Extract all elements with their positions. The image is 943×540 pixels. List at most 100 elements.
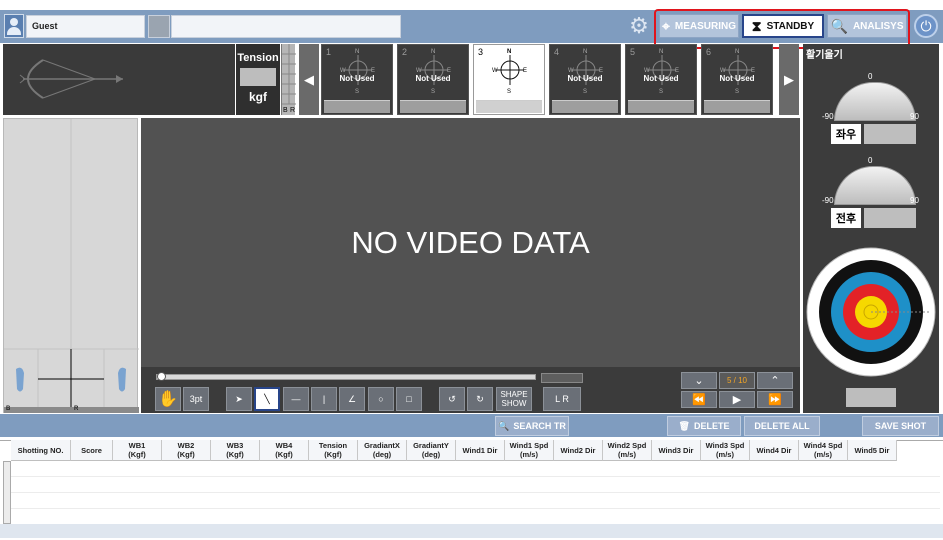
delete-button[interactable]: 🗑 DELETE bbox=[667, 416, 741, 436]
settings-gear-icon[interactable]: ⚙ bbox=[628, 14, 650, 38]
svg-text:S: S bbox=[583, 89, 587, 95]
camera-prev-button[interactable]: ◀ bbox=[299, 44, 319, 115]
user-name-field[interactable]: Guest bbox=[26, 15, 145, 38]
save-shot-button[interactable]: SAVE SHOT bbox=[862, 416, 939, 436]
delete-all-button[interactable]: DELETE ALL bbox=[744, 416, 820, 436]
play-icon: ▶ bbox=[732, 394, 742, 406]
column-header[interactable]: WB3 (Kgf) bbox=[211, 440, 260, 461]
column-header[interactable]: Wind5 Dir bbox=[848, 440, 897, 461]
rotate-right-button[interactable]: ↻ bbox=[467, 387, 493, 411]
camera-tile-6[interactable]: 6 NSWE Not Used bbox=[701, 44, 773, 115]
svg-text:N: N bbox=[583, 49, 587, 55]
collapse-up-button[interactable]: ⌃ bbox=[757, 372, 793, 389]
speed-select[interactable] bbox=[541, 373, 583, 383]
left-right-label: 좌우 bbox=[831, 124, 861, 144]
column-header[interactable]: Wind4 Spd (m/s) bbox=[799, 440, 848, 461]
power-icon[interactable]: ⏻ bbox=[914, 14, 938, 38]
collapse-down-button[interactable]: ⌄ bbox=[681, 372, 717, 389]
save-shot-label: SAVE SHOT bbox=[874, 421, 927, 431]
column-header[interactable]: Wind3 Spd (m/s) bbox=[701, 440, 750, 461]
square-icon: □ bbox=[406, 393, 412, 404]
diagonal-line-icon: ╲ bbox=[264, 393, 270, 404]
column-header[interactable]: Wind2 Dir bbox=[554, 440, 603, 461]
column-header[interactable]: Score bbox=[71, 440, 113, 461]
rewind-button[interactable]: ⏪ bbox=[681, 391, 717, 408]
page-indicator: 5 / 10 bbox=[719, 372, 755, 389]
column-header[interactable]: GradiantY (deg) bbox=[407, 440, 456, 461]
rotate-left-button[interactable]: ↺ bbox=[439, 387, 465, 411]
column-header[interactable]: GradiantX (deg) bbox=[358, 440, 407, 461]
archery-target bbox=[806, 247, 936, 377]
column-header[interactable]: Tension (Kgf) bbox=[309, 440, 358, 461]
table-row bbox=[11, 492, 940, 493]
column-header[interactable]: Wind4 Dir bbox=[750, 440, 799, 461]
left-right-swap-button[interactable]: L R bbox=[543, 387, 581, 411]
gauge1-zero: 0 bbox=[868, 72, 873, 81]
column-header[interactable]: Wind3 Dir bbox=[652, 440, 701, 461]
camera-strip bbox=[476, 100, 542, 113]
column-header[interactable]: Shotting NO. bbox=[11, 440, 71, 461]
angle-tool-button[interactable]: ∠ bbox=[339, 387, 365, 411]
video-seek-bar[interactable] bbox=[156, 374, 536, 380]
table-horizontal-scrollbar[interactable] bbox=[0, 524, 943, 538]
compass-icon: NSWE bbox=[720, 47, 756, 97]
circle-tool-button[interactable]: ○ bbox=[368, 387, 394, 411]
column-header[interactable]: Wind1 Dir bbox=[456, 440, 505, 461]
tension-box: Tension kgf bbox=[236, 44, 280, 115]
camera-tile-1[interactable]: 1 NSWE Not Used bbox=[321, 44, 393, 115]
circle-icon: ○ bbox=[378, 393, 384, 404]
camera-status: Not Used bbox=[643, 74, 679, 83]
camera-number: 5 bbox=[630, 47, 636, 57]
front-back-label: 전후 bbox=[831, 208, 861, 228]
camera-number: 3 bbox=[478, 47, 484, 57]
column-header[interactable]: Wind2 Spd (m/s) bbox=[603, 440, 652, 461]
camera-strip bbox=[628, 100, 694, 113]
3pt-tool-button[interactable]: 3pt bbox=[183, 387, 209, 411]
shape-show-button[interactable]: SHAPE SHOW bbox=[496, 387, 532, 411]
delete-label: DELETE bbox=[693, 421, 730, 431]
column-header[interactable]: WB1 (Kgf) bbox=[113, 440, 162, 461]
video-area[interactable]: NO VIDEO DATA bbox=[141, 118, 800, 367]
search-tr-button[interactable]: 🔍 SEARCH TR bbox=[495, 416, 569, 436]
line-tool-button[interactable]: ╲ bbox=[254, 387, 280, 411]
svg-text:S: S bbox=[507, 89, 511, 95]
vertical-line-button[interactable]: | bbox=[311, 387, 337, 411]
column-header[interactable]: WB4 (Kgf) bbox=[260, 440, 309, 461]
tension-label: Tension bbox=[237, 52, 279, 64]
column-header[interactable]: Wind1 Spd (m/s) bbox=[505, 440, 554, 461]
horizontal-line-button[interactable]: — bbox=[283, 387, 309, 411]
camera-tile-4[interactable]: 4 NSWE Not Used bbox=[549, 44, 621, 115]
camera-number: 4 bbox=[554, 47, 560, 57]
compass-icon: NSWE bbox=[644, 47, 680, 97]
svg-text:N: N bbox=[735, 49, 739, 55]
svg-text:N: N bbox=[355, 49, 359, 55]
search-tr-label: SEARCH TR bbox=[513, 421, 566, 431]
seek-handle[interactable] bbox=[157, 372, 166, 381]
user-status-box bbox=[148, 15, 170, 38]
shape-show-label: SHAPE SHOW bbox=[500, 390, 528, 408]
mode-highlight-frame bbox=[654, 9, 910, 49]
table-row bbox=[11, 476, 940, 477]
gauge1-min: -90 bbox=[822, 112, 834, 121]
pointer-tool-button[interactable]: ➤ bbox=[226, 387, 252, 411]
fast-forward-icon: ⏩ bbox=[768, 394, 782, 406]
table-vertical-scrollbar[interactable] bbox=[3, 461, 11, 524]
camera-tile-3[interactable]: 3 N S W E bbox=[473, 44, 545, 115]
camera-strip bbox=[400, 100, 466, 113]
3pt-label: 3pt bbox=[189, 393, 203, 404]
angle-icon: ∠ bbox=[347, 393, 357, 404]
user-icon[interactable] bbox=[4, 14, 24, 38]
triangle-left-icon: ◀ bbox=[304, 71, 314, 87]
svg-text:B: B bbox=[283, 107, 288, 114]
compass-icon: NSWE bbox=[568, 47, 604, 97]
camera-next-button[interactable]: ▶ bbox=[779, 44, 799, 115]
play-button[interactable]: ▶ bbox=[719, 391, 755, 408]
double-chevron-down-icon: ⌄ bbox=[694, 375, 704, 387]
camera-tile-2[interactable]: 2 NSWE Not Used bbox=[397, 44, 469, 115]
svg-text:S: S bbox=[735, 89, 739, 95]
camera-tile-5[interactable]: 5 NSWE Not Used bbox=[625, 44, 697, 115]
rectangle-tool-button[interactable]: □ bbox=[396, 387, 422, 411]
fast-forward-button[interactable]: ⏩ bbox=[757, 391, 793, 408]
column-header[interactable]: WB2 (Kgf) bbox=[162, 440, 211, 461]
hand-tool-button[interactable]: ✋ bbox=[155, 387, 181, 411]
